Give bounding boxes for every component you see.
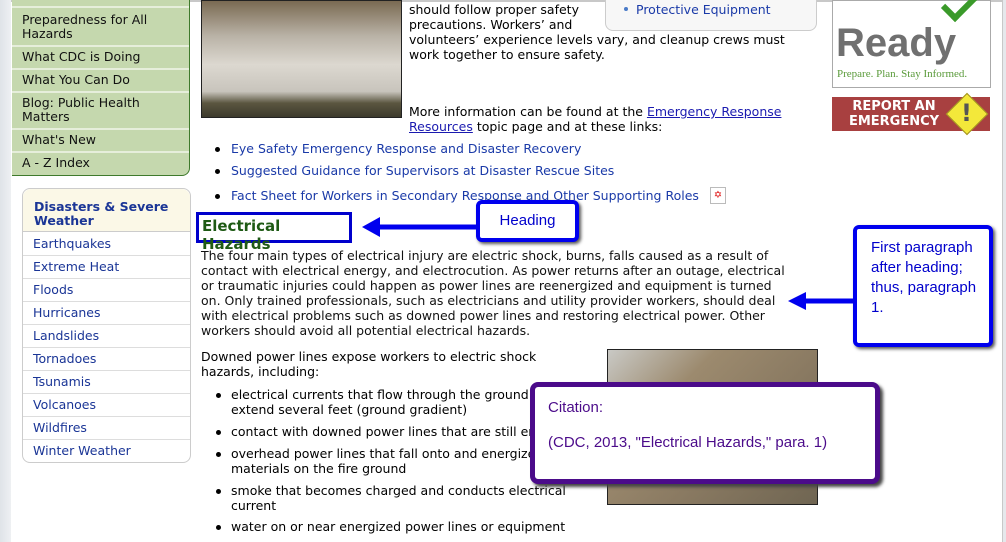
link-eye-safety[interactable]: Eye Safety Emergency Response and Disast… — [231, 141, 581, 156]
paragraph-annotation: First paragraph after heading; thus, par… — [853, 225, 993, 347]
wildfire-smoke-image — [201, 0, 402, 118]
disaster-item[interactable]: Tsunamis — [33, 374, 91, 389]
link-fact-sheet[interactable]: Fact Sheet for Workers in Secondary Resp… — [231, 188, 699, 203]
pdf-icon: ✡ — [710, 187, 726, 204]
downed-lines-text: Downed power lines expose workers to ele… — [201, 349, 537, 379]
disaster-item[interactable]: Volcanoes — [33, 397, 96, 412]
nav-item-whats-new[interactable]: What's New — [22, 133, 96, 147]
related-box: Protective Equipment — [605, 0, 817, 31]
arrow-to-paragraph — [788, 292, 856, 310]
disaster-item[interactable]: Wildfires — [33, 420, 87, 435]
hazard-bullet: smoke that becomes charged and conducts … — [231, 483, 566, 513]
disasters-title[interactable]: Disasters & Severe Weather — [34, 200, 174, 228]
report-emergency-button[interactable]: REPORT AN EMERGENCY ! — [832, 92, 990, 136]
disaster-item[interactable]: Floods — [33, 282, 73, 297]
disaster-item[interactable]: Winter Weather — [33, 443, 131, 458]
disaster-item[interactable]: Earthquakes — [33, 236, 111, 251]
heading-annotation: Heading — [476, 200, 579, 242]
heading-highlight: Electrical Hazards — [196, 212, 352, 253]
nav-item-preparedness[interactable]: Preparedness for All Hazards — [22, 13, 182, 41]
nav-item-cdc[interactable]: What CDC is Doing — [22, 50, 140, 64]
checkmark-icon — [940, 0, 980, 23]
disaster-item[interactable]: Hurricanes — [33, 305, 101, 320]
disaster-item[interactable]: Landslides — [33, 328, 99, 343]
ready-logo[interactable]: Ready Prepare. Plan. Stay Informed. — [832, 0, 991, 88]
hazard-bullet: contact with downed power lines that are… — [231, 424, 571, 439]
citation-text: (CDC, 2013, "Electrical Hazards," para. … — [548, 434, 828, 451]
arrow-to-heading — [362, 217, 478, 237]
nav-item-az-index[interactable]: A - Z Index — [22, 156, 90, 170]
hazard-bullet: overhead power lines that fall onto and … — [231, 446, 536, 476]
disaster-item[interactable]: Tornadoes — [33, 351, 96, 366]
disasters-nav: Disasters & Severe Weather Earthquakes E… — [22, 188, 191, 463]
citation-annotation: Citation: (CDC, 2013, "Electrical Hazard… — [530, 382, 880, 484]
left-nav: Preparedness for All Hazards What CDC is… — [12, 0, 190, 176]
nav-item-you-can-do[interactable]: What You Can Do — [22, 73, 130, 87]
disaster-item[interactable]: Extreme Heat — [33, 259, 119, 274]
scrollbar[interactable] — [1002, 0, 1006, 542]
protective-equipment-link[interactable]: Protective Equipment — [636, 2, 771, 17]
nav-item-blog[interactable]: Blog: Public Health Matters — [22, 96, 162, 124]
citation-label: Citation: — [548, 399, 604, 416]
more-info-text: More information can be found at the Eme… — [409, 104, 782, 134]
hazard-bullet: water on or near energized power lines o… — [231, 519, 566, 534]
hazard-bullet: electrical currents that flow through th… — [231, 387, 557, 417]
left-margin — [0, 0, 11, 542]
paragraph-1: The four main types of electrical injury… — [201, 248, 785, 338]
link-supervisor-guidance[interactable]: Suggested Guidance for Supervisors at Di… — [231, 163, 614, 178]
